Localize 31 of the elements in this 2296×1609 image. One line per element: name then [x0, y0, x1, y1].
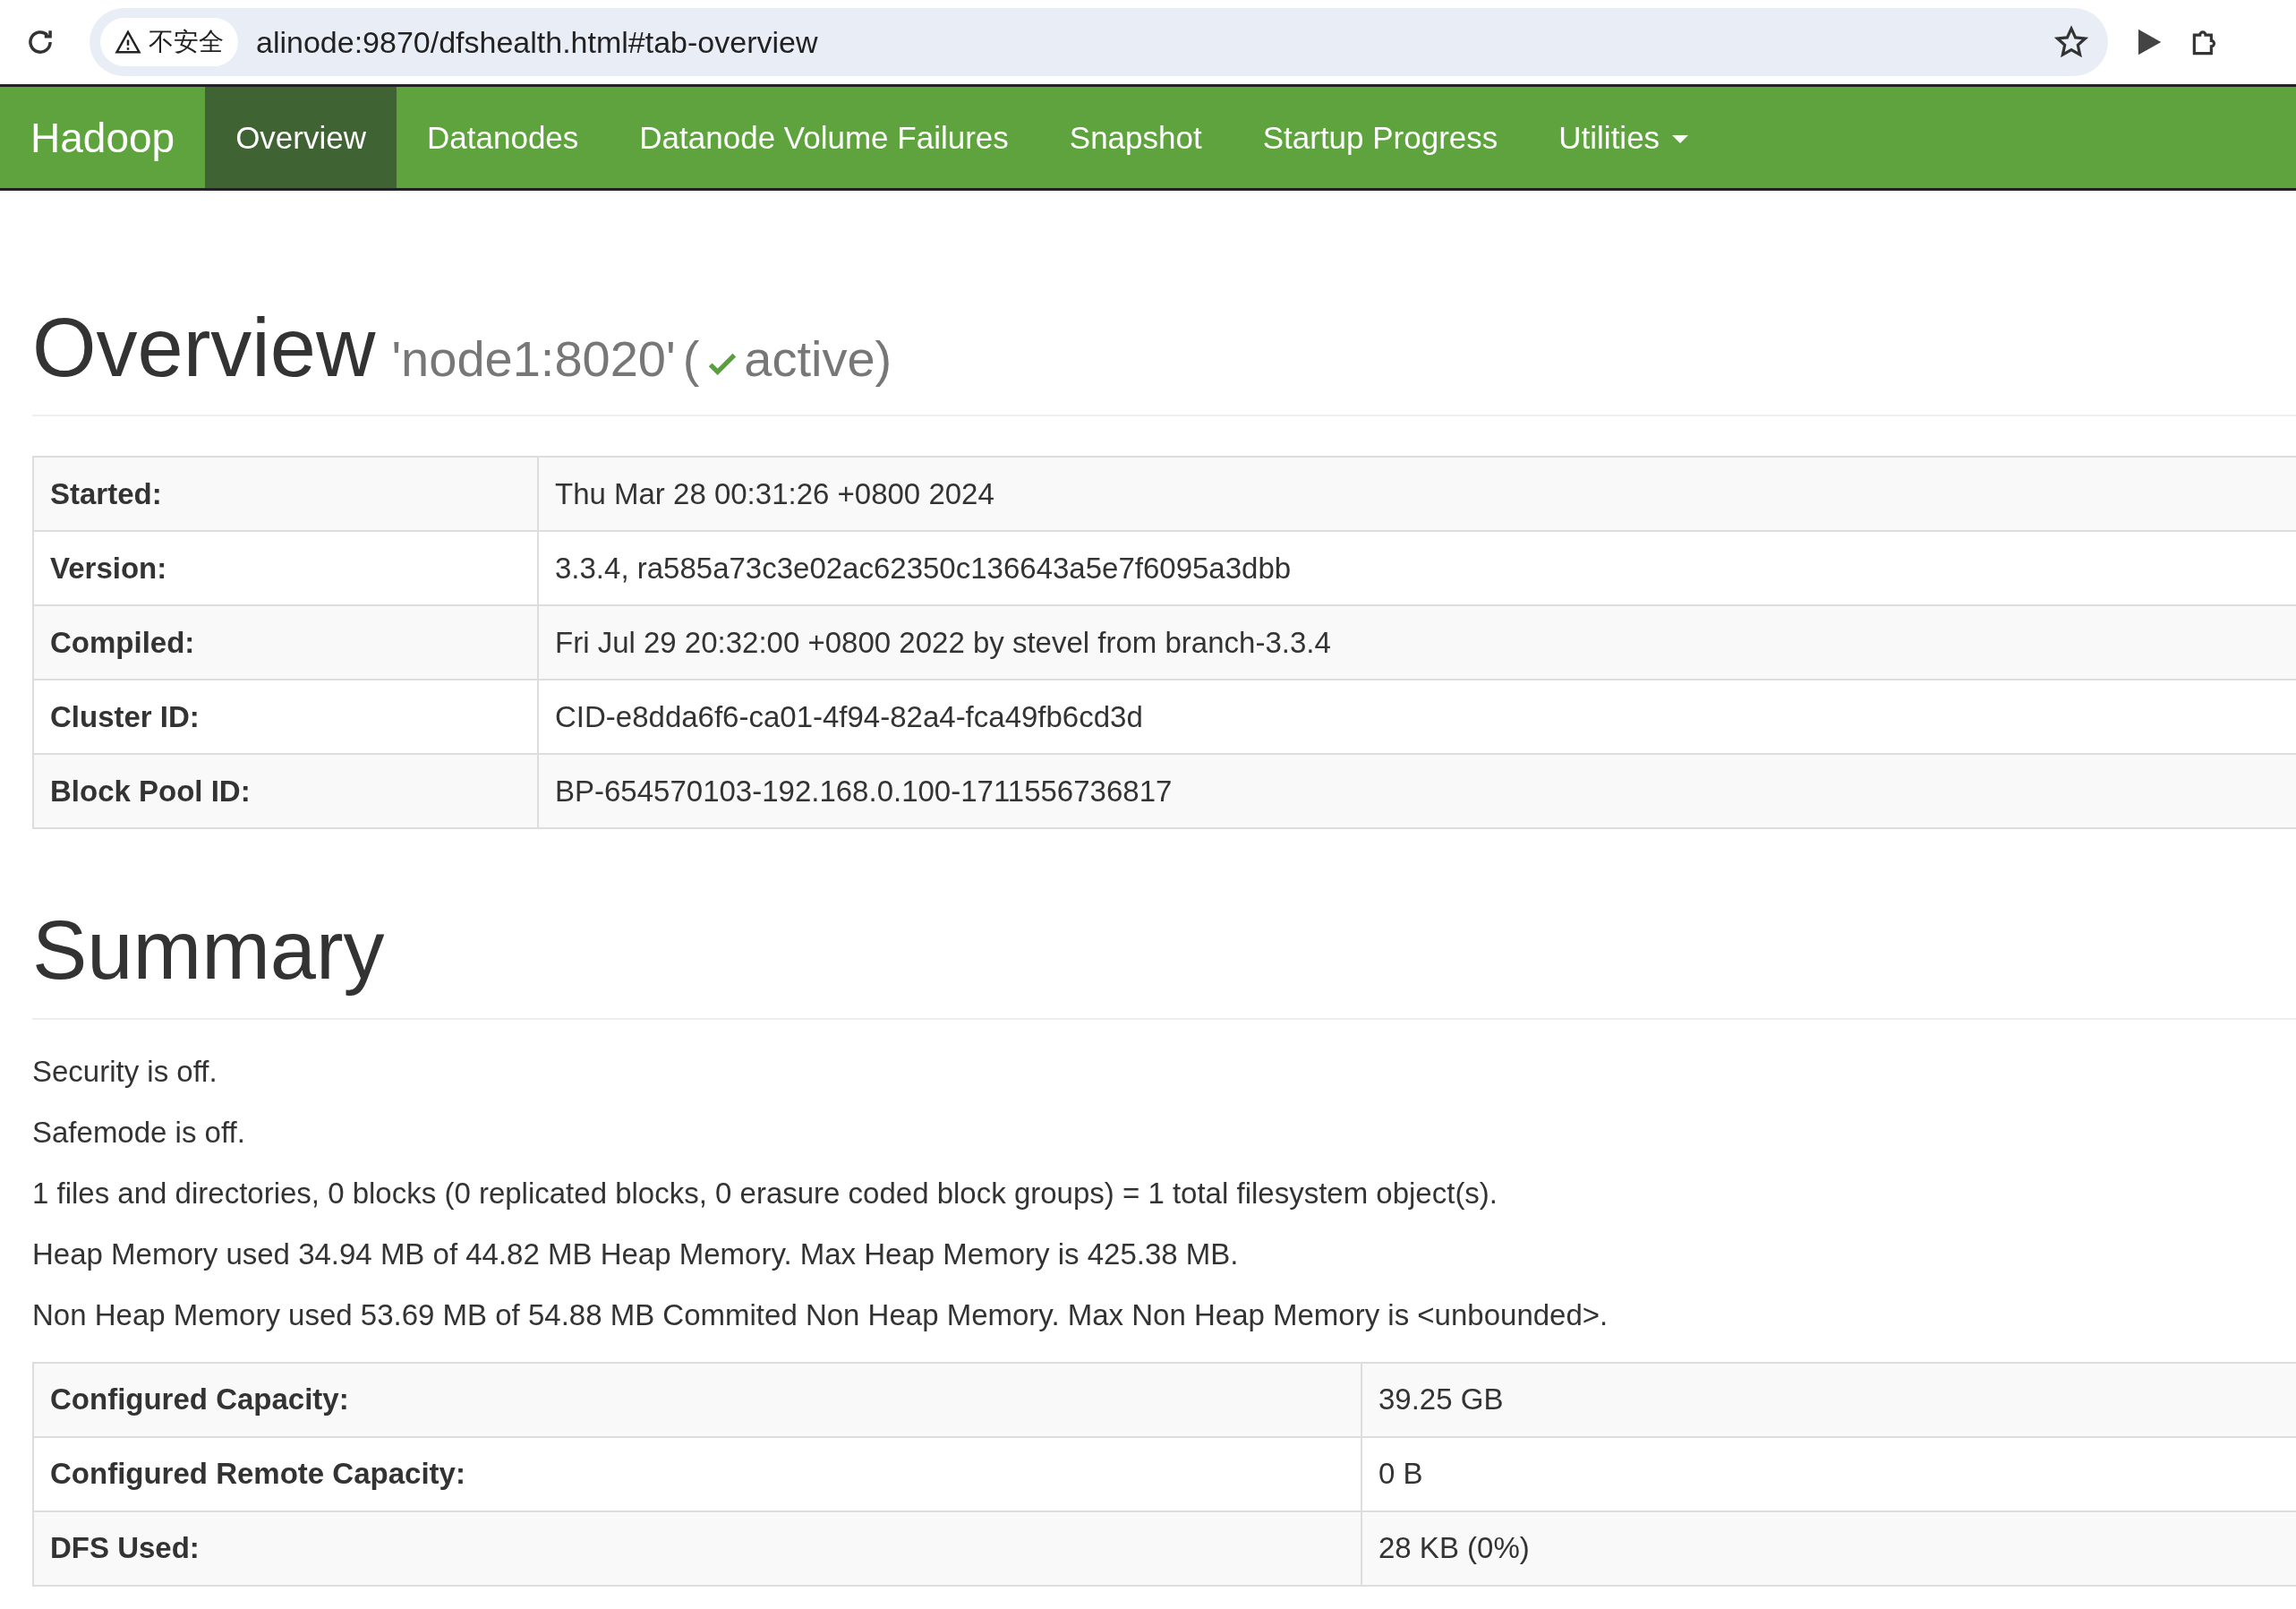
nav-tab[interactable]: Overview	[205, 87, 397, 188]
nav-tab[interactable]: Datanodes	[397, 87, 610, 188]
nav-tab[interactable]: Datanode Volume Failures	[609, 87, 1039, 188]
row-label: DFS Used:	[33, 1511, 1361, 1586]
summary-text: Security is off.	[32, 1053, 218, 1090]
brand-link[interactable]: Hadoop	[0, 87, 206, 188]
url-text: alinode:9870/dfshealth.html#tab-overview	[256, 24, 819, 60]
summary-text: 1 files and directories, 0 blocks (0 replicated blocks, 0 erasure coded block groups) = 1 total filesystem object(s).	[32, 1175, 1499, 1211]
summary-text: Safemode is off.	[32, 1114, 246, 1151]
nav-tab[interactable]: Utilities	[1528, 87, 1720, 188]
security-chip[interactable]: 不安全	[100, 18, 238, 66]
section-title: Summary	[32, 903, 385, 998]
row-label: Compiled:	[33, 605, 538, 680]
row-value: Thu Mar 28 00:31:26 +0800 2024	[538, 457, 2296, 532]
summary-text: Non Heap Memory used 53.69 MB of 54.88 MB Commited Non Heap Memory. Max Non Heap Memory is <unbounded>.	[32, 1297, 1609, 1333]
node-address: 'node1:8020'	[391, 330, 676, 388]
caret-icon	[1672, 135, 1689, 143]
star-icon[interactable]	[2054, 25, 2088, 59]
row-label: Block Pool ID:	[33, 754, 538, 829]
warning-icon	[115, 29, 141, 56]
page-title: Overview	[32, 301, 376, 395]
nav-tab[interactable]: Snapshot	[1038, 87, 1233, 188]
nav-tab[interactable]: Startup Progress	[1232, 87, 1529, 188]
summary-text: Heap Memory used 34.94 MB of 44.82 MB Heap Memory. Max Heap Memory is 425.38 MB.	[32, 1236, 1240, 1272]
row-label: Configured Remote Capacity:	[33, 1436, 1361, 1511]
row-value: 39.25 GB	[1361, 1362, 2296, 1437]
status-text: active)	[744, 330, 892, 388]
status-paren: (	[682, 330, 700, 388]
row-label: Configured Capacity:	[33, 1362, 1361, 1437]
row-label: Started:	[33, 457, 538, 532]
address-bar[interactable]: 不安全 alinode:9870/dfshealth.html#tab-overview	[90, 8, 2108, 76]
